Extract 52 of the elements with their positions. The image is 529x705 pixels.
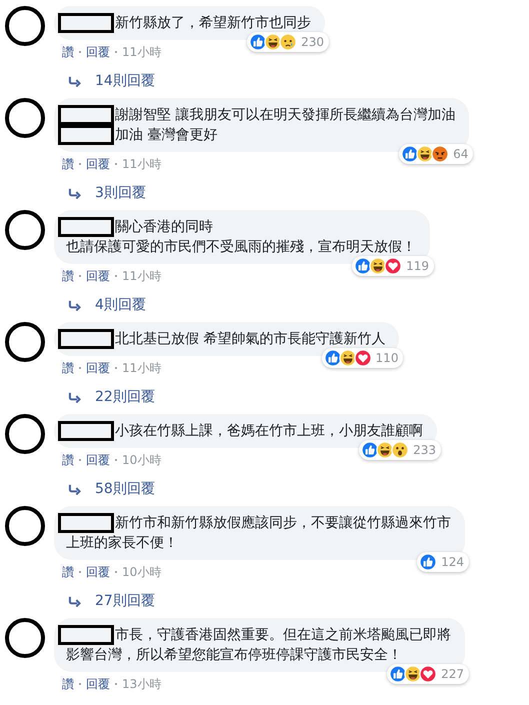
view-replies-link[interactable]: 4則回覆	[95, 296, 146, 314]
like-link[interactable]: 讚	[62, 450, 74, 470]
reply-link[interactable]: 回覆	[86, 358, 110, 378]
reply-arrow-icon	[68, 188, 81, 198]
reply-arrow-icon	[68, 300, 81, 310]
avatar[interactable]	[5, 6, 45, 46]
like-link[interactable]: 讚	[62, 42, 74, 62]
like-link[interactable]: 讚	[62, 674, 74, 694]
comment-text: 關心香港的同時	[115, 218, 213, 237]
view-replies-link[interactable]: 3則回覆	[95, 184, 146, 202]
like-link[interactable]: 讚	[62, 562, 74, 582]
like-icon	[324, 349, 342, 367]
like-link[interactable]: 讚	[62, 266, 74, 286]
avatar[interactable]	[5, 98, 45, 138]
avatar[interactable]	[5, 322, 45, 362]
laughing-face-icon	[338, 349, 357, 367]
like-link[interactable]: 讚	[62, 154, 74, 174]
reply-link[interactable]: 回覆	[86, 154, 110, 174]
comment-text: 上班的家長不便！	[65, 534, 178, 553]
avatar[interactable]	[5, 414, 45, 454]
laughing-face-icon	[416, 145, 434, 163]
comment-text: 小孩在竹縣上課，爸媽在竹市上班，小朋友誰顧啊	[115, 422, 423, 441]
view-replies-link[interactable]: 22則回覆	[95, 388, 155, 406]
comment-text: 新竹縣放了，希望新竹市也同步	[115, 14, 311, 33]
comment-text: 市長，守護香港固然重要。但在這之前米塔颱風已即將	[115, 626, 451, 645]
surprised-face-icon	[391, 441, 410, 459]
comment-text: 謝謝智堅 讓我朋友可以在明天發揮所長繼續為台灣加油	[115, 106, 456, 125]
like-icon	[419, 553, 438, 571]
reply-link[interactable]: 回覆	[86, 450, 110, 470]
comment-text: 加油 臺灣會更好	[115, 126, 218, 145]
like-icon	[401, 145, 420, 163]
reply-arrow-icon	[68, 484, 81, 494]
angry-face-icon	[431, 145, 450, 163]
like-link[interactable]: 讚	[62, 358, 74, 378]
avatar[interactable]	[5, 618, 45, 658]
avatar[interactable]	[5, 210, 45, 250]
view-replies-link[interactable]: 27則回覆	[95, 592, 155, 610]
reply-link[interactable]: 回覆	[86, 674, 110, 694]
view-replies-link[interactable]: 58則回覆	[95, 480, 155, 498]
reply-arrow-icon	[68, 392, 81, 402]
reply-link[interactable]: 回覆	[86, 562, 110, 582]
crying-face-icon	[279, 33, 298, 51]
comment-text: 影響台灣，所以希望您能宣布停班停課守護市民安全！	[65, 646, 402, 665]
reply-link[interactable]: 回覆	[86, 266, 110, 286]
reply-link[interactable]: 回覆	[86, 42, 110, 62]
avatar[interactable]	[5, 506, 45, 546]
view-replies-link[interactable]: 14則回覆	[95, 72, 155, 90]
comment-text: 也請保護可愛的市民們不受風雨的摧殘，宣布明天放假！	[65, 238, 416, 257]
reply-arrow-icon	[68, 76, 81, 86]
reply-arrow-icon	[68, 596, 81, 606]
comment-text: 新竹市和新竹縣放假應該同步，不要讓從竹縣過來竹市	[115, 514, 451, 533]
comment-text: 北北基已放假 希望帥氣的市長能守護新竹人	[115, 330, 386, 349]
